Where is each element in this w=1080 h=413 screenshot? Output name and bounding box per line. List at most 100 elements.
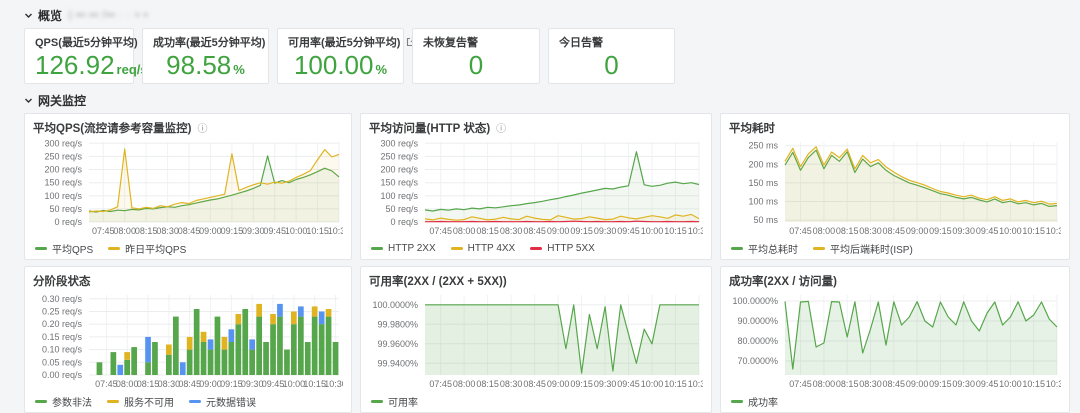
series-area xyxy=(425,152,699,222)
bar-segment xyxy=(201,332,207,342)
info-icon[interactable]: ⓘ xyxy=(496,120,506,135)
legend-item[interactable]: 平均后端耗时(ISP) xyxy=(813,241,913,256)
x-axis-label: 10:15 xyxy=(306,226,329,236)
panel-title[interactable]: 成功率(2XX / 访问量) xyxy=(729,272,1061,289)
bar-segment xyxy=(312,317,318,375)
x-axis-label: 09:15 xyxy=(929,379,952,389)
bar-segment xyxy=(242,309,248,375)
x-axis-label: 09:45 xyxy=(262,379,285,389)
charts-grid: 平均QPS(流控请参考容量监控) ⓘ 07:4508:0008:1508:300… xyxy=(24,113,1080,413)
x-axis-label: 08:30 xyxy=(859,226,882,236)
y-axis-label: 100.0000% xyxy=(732,296,778,306)
section-gateway-title: 网关监控 xyxy=(38,92,86,109)
y-axis-label: 0.00 req/s xyxy=(42,370,83,380)
chart-availability[interactable]: 07:4508:0008:1508:3008:4509:0009:1509:30… xyxy=(369,289,703,393)
x-axis-label: 09:45 xyxy=(263,226,286,236)
x-axis-label: 09:15 xyxy=(221,226,244,236)
legend-label: 平均后端耗时(ISP) xyxy=(830,241,913,256)
stat-card-today-alerts: 今日告警 0 xyxy=(548,28,675,84)
legend-item[interactable]: HTTP 4XX xyxy=(451,243,516,254)
legend-swatch xyxy=(108,247,120,250)
chart-stage-status[interactable]: 07:4508:0008:1508:3008:4509:0009:1509:30… xyxy=(33,289,343,393)
y-axis-label: 150 ms xyxy=(748,178,778,188)
section-overview-header[interactable]: 概览 | ▪▪·▪▪ /▪▪ · · ▪ ▪ xyxy=(24,8,1080,22)
panel-title[interactable]: 平均QPS(流控请参考容量监控) ⓘ xyxy=(33,119,343,136)
legend-label: 成功率 xyxy=(748,394,778,409)
y-axis-label: 50 req/s xyxy=(49,204,82,214)
chart-avg-qps[interactable]: 07:4508:0008:1508:3008:4509:0009:1509:30… xyxy=(33,136,343,240)
stat-card-open-alerts: 未恢复告警 0 xyxy=(412,28,540,84)
section-overview-title: 概览 xyxy=(38,7,62,24)
legend-item[interactable]: 平均总耗时 xyxy=(731,241,798,256)
chart-http-status[interactable]: 07:4508:0008:1508:3008:4509:0009:1509:30… xyxy=(369,136,703,240)
x-axis-label: 09:45 xyxy=(976,226,999,236)
legend-swatch xyxy=(731,400,743,403)
legend-item[interactable]: 成功率 xyxy=(731,394,778,409)
y-axis-label: 0.20 req/s xyxy=(42,319,83,329)
x-axis-label: 10:00 xyxy=(641,226,664,236)
y-axis-label: 200 req/s xyxy=(380,165,418,175)
y-axis-label: 80.0000% xyxy=(737,336,778,346)
legend-item[interactable]: HTTP 2XX xyxy=(371,243,436,254)
bar-segment xyxy=(166,345,172,355)
x-axis-label: 08:00 xyxy=(453,379,476,389)
legend-stage-status: 参数非法服务不可用元数据错误 xyxy=(33,393,343,409)
legend-item[interactable]: 平均QPS xyxy=(35,241,93,256)
legend-swatch xyxy=(371,400,383,403)
x-axis-label: 08:00 xyxy=(113,226,136,236)
x-axis-label: 08:30 xyxy=(500,379,523,389)
panel-title[interactable]: 可用率(2XX / (2XX + 5XX)) xyxy=(369,272,703,289)
x-axis-label: 09:30 xyxy=(594,379,617,389)
y-axis-label: 150 req/s xyxy=(380,178,418,188)
legend-label: HTTP 5XX xyxy=(547,243,595,254)
x-axis-label: 07:45 xyxy=(429,226,452,236)
x-axis-label: 08:30 xyxy=(158,379,181,389)
bar-segment xyxy=(222,337,228,350)
legend-label: 参数非法 xyxy=(52,394,92,409)
bar-segment xyxy=(319,312,325,325)
bar-segment xyxy=(298,306,304,316)
stat-value-success-rate: 98.58% xyxy=(153,48,258,87)
x-axis-label: 09:00 xyxy=(547,379,570,389)
x-axis-label: 09:00 xyxy=(547,226,570,236)
y-axis-label: 0.15 req/s xyxy=(42,332,83,342)
x-axis-label: 09:30 xyxy=(241,379,264,389)
legend-item[interactable]: 元数据错误 xyxy=(189,394,256,409)
legend-item[interactable]: 服务不可用 xyxy=(107,394,174,409)
bar-segment xyxy=(145,362,151,375)
x-axis-label: 08:45 xyxy=(883,226,906,236)
legend-swatch xyxy=(731,247,743,250)
legend-item[interactable]: HTTP 5XX xyxy=(530,243,595,254)
chart-panel-availability: 可用率(2XX / (2XX + 5XX)) 07:4508:0008:1508… xyxy=(360,266,712,413)
legend-item[interactable]: 参数非法 xyxy=(35,394,92,409)
y-axis-label: 70.0000% xyxy=(737,356,778,366)
legend-item[interactable]: 昨日平均QPS xyxy=(108,241,186,256)
chart-success-rate[interactable]: 07:4508:0008:1508:3008:4509:0009:1509:30… xyxy=(729,289,1061,393)
legend-label: 平均QPS xyxy=(52,241,93,256)
section-gateway-header[interactable]: 网关监控 xyxy=(24,93,1080,107)
x-axis-label: 09:00 xyxy=(906,226,929,236)
y-axis-label: 0.25 req/s xyxy=(42,307,83,317)
legend-swatch xyxy=(35,400,47,403)
legend-item[interactable]: 可用率 xyxy=(371,394,418,409)
y-axis-label: 0 req/s xyxy=(390,217,418,227)
panel-title[interactable]: 平均访问量(HTTP 状态) ⓘ xyxy=(369,119,703,136)
info-icon[interactable]: ⓘ xyxy=(197,120,207,135)
chart-latency[interactable]: 07:4508:0008:1508:3008:4509:0009:1509:30… xyxy=(729,136,1061,240)
stats-row: QPS(最近5分钟平均) 126.92req/s 成功率(最近5分钟平均) 98… xyxy=(24,28,1080,84)
panel-title[interactable]: 分阶段状态 xyxy=(33,272,343,289)
bar-segment xyxy=(131,347,137,375)
bar-segment xyxy=(270,314,276,324)
bar-segment xyxy=(291,312,297,325)
panel-title[interactable]: 平均耗时 xyxy=(729,119,1061,136)
x-axis-label: 08:00 xyxy=(453,226,476,236)
x-axis-label: 10:15 xyxy=(1022,226,1045,236)
bar-segment xyxy=(208,350,214,375)
chart-panel-http-status: 平均访问量(HTTP 状态) ⓘ 07:4508:0008:1508:3008:… xyxy=(360,113,712,260)
legend-swatch xyxy=(451,247,463,250)
stat-value-open-alerts: 0 xyxy=(423,48,529,82)
x-axis-label: 08:15 xyxy=(476,226,499,236)
y-axis-label: 99.9400% xyxy=(377,358,418,368)
x-axis-label: 07:45 xyxy=(789,226,812,236)
y-axis-label: 0.10 req/s xyxy=(42,345,83,355)
